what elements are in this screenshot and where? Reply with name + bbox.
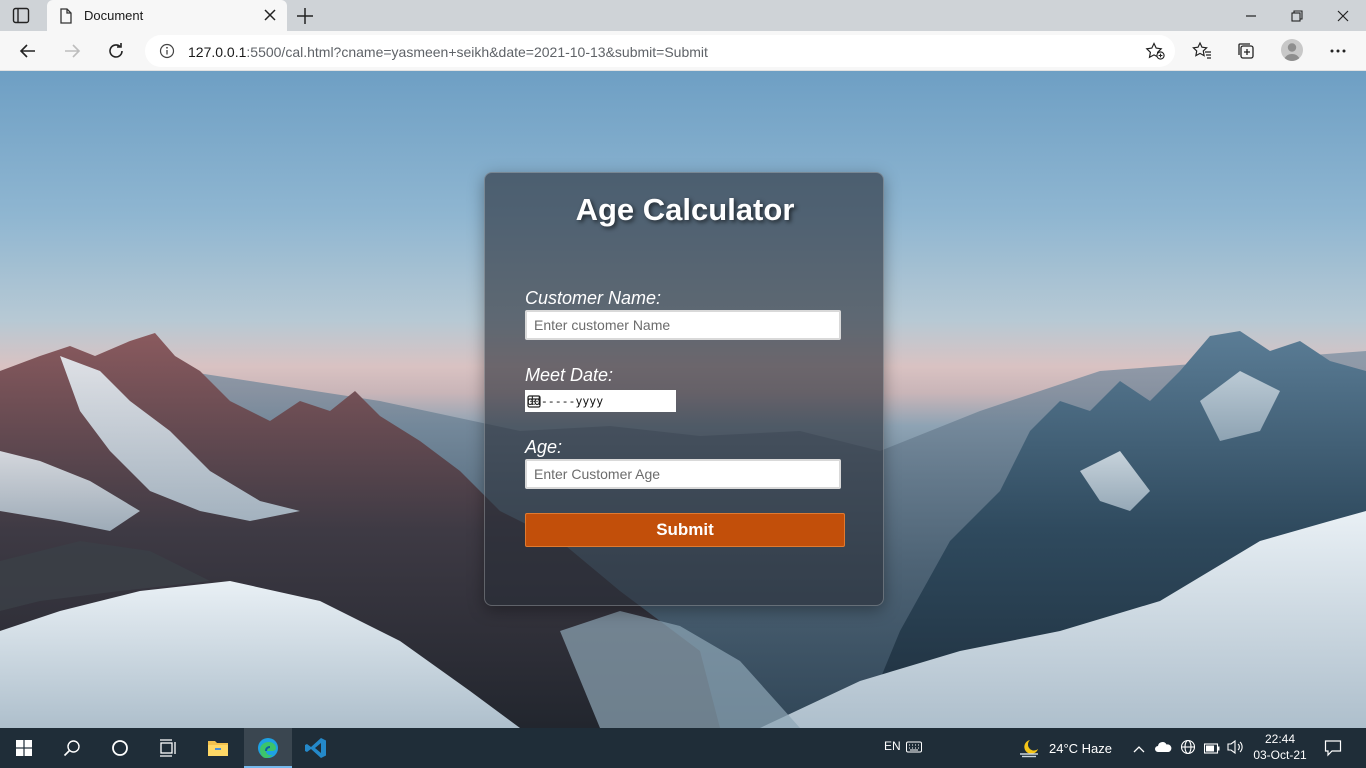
- meet-date-label: Meet Date:: [525, 365, 614, 385]
- customer-name-label: Customer Name:: [525, 288, 662, 308]
- vscode-icon[interactable]: [292, 728, 340, 768]
- new-tab-icon[interactable]: [295, 6, 315, 26]
- browser-tab-bar: Document: [0, 0, 1366, 31]
- close-window-icon[interactable]: [1320, 0, 1366, 31]
- chevron-up-icon[interactable]: [1133, 741, 1145, 759]
- age-calculator-card: Age Calculator Customer Name: Meet Date:…: [484, 172, 884, 606]
- weather-icon[interactable]: [1018, 738, 1040, 763]
- info-icon[interactable]: [159, 43, 175, 64]
- back-icon[interactable]: [16, 39, 40, 63]
- browser-toolbar: 127.0.0.1:5500/cal.html?cname=yasmeen+se…: [0, 31, 1366, 71]
- minimize-icon[interactable]: [1228, 0, 1274, 31]
- language-indicator[interactable]: EN: [884, 739, 901, 753]
- collections-icon[interactable]: [1234, 39, 1258, 63]
- keyboard-icon[interactable]: [906, 740, 922, 758]
- url-path: :5500/cal.html?cname=yasmeen+seikh&date=…: [246, 44, 708, 60]
- close-tab-icon[interactable]: [261, 6, 279, 24]
- network-icon[interactable]: [1180, 739, 1196, 760]
- more-options-icon[interactable]: [1326, 39, 1350, 63]
- clock-time: 22:44: [1264, 732, 1296, 746]
- url-text: 127.0.0.1:5500/cal.html?cname=yasmeen+se…: [188, 44, 708, 60]
- windows-taskbar: EN 24°C Haze 22:44 03-Oct-21: [0, 728, 1366, 768]
- page-title: Age Calculator: [575, 192, 795, 227]
- volume-icon[interactable]: [1227, 739, 1245, 760]
- url-host: 127.0.0.1: [188, 44, 247, 60]
- file-explorer-icon[interactable]: [194, 728, 242, 768]
- page-viewport: Age Calculator Customer Name: Meet Date:…: [0, 71, 1366, 728]
- weather-text[interactable]: 24°C Haze: [1049, 741, 1112, 756]
- meet-date-input[interactable]: dd-----yyyy: [525, 390, 676, 412]
- refresh-icon[interactable]: [104, 39, 128, 63]
- forward-icon[interactable]: [60, 39, 84, 63]
- customer-name-input[interactable]: [525, 310, 841, 340]
- system-clock[interactable]: 22:44 03-Oct-21: [1252, 731, 1308, 763]
- browser-tab[interactable]: Document: [47, 0, 287, 31]
- tab-title: Document: [84, 8, 144, 23]
- age-input[interactable]: [525, 459, 841, 489]
- cortana-icon[interactable]: [96, 728, 144, 768]
- clock-date: 03-Oct-21: [1253, 748, 1307, 762]
- profile-avatar[interactable]: [1281, 39, 1303, 61]
- restore-icon[interactable]: [1274, 0, 1320, 31]
- edge-browser-icon[interactable]: [244, 728, 292, 768]
- search-icon[interactable]: [48, 728, 96, 768]
- tab-actions-icon[interactable]: [12, 7, 30, 24]
- task-view-icon[interactable]: [144, 728, 192, 768]
- add-favorite-icon[interactable]: [1145, 42, 1165, 65]
- submit-button[interactable]: Submit: [525, 513, 845, 547]
- start-icon[interactable]: [0, 728, 48, 768]
- favorites-icon[interactable]: [1190, 39, 1214, 63]
- age-label: Age:: [525, 437, 563, 457]
- document-icon: [59, 8, 73, 29]
- calendar-icon[interactable]: [527, 394, 671, 411]
- notifications-icon[interactable]: [1324, 739, 1342, 762]
- battery-icon[interactable]: [1203, 741, 1220, 759]
- address-bar[interactable]: 127.0.0.1:5500/cal.html?cname=yasmeen+se…: [145, 35, 1175, 67]
- onedrive-icon[interactable]: [1154, 740, 1172, 758]
